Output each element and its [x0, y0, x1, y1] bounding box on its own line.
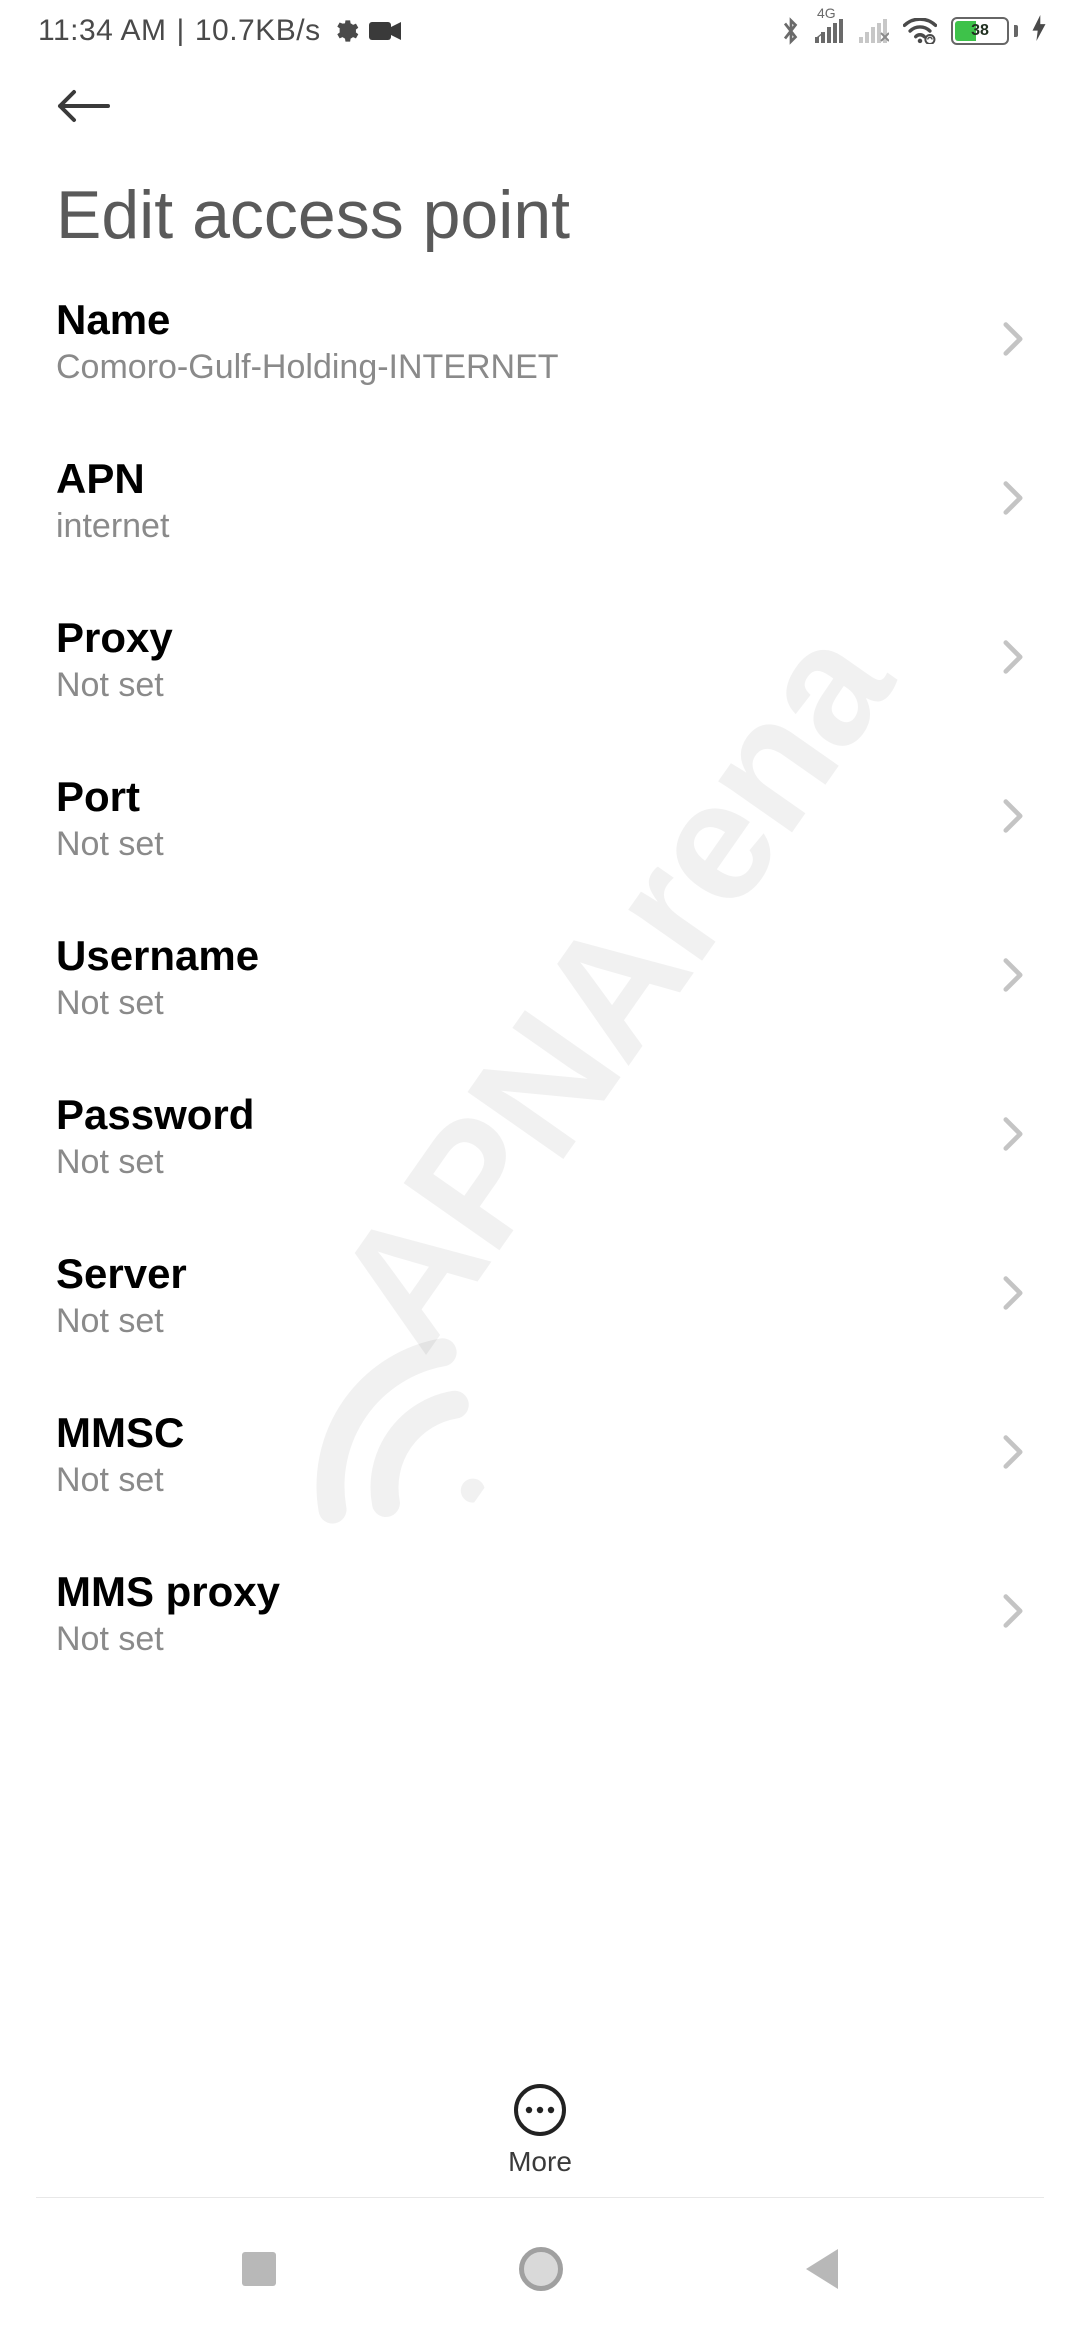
setting-item-proxy[interactable]: Proxy Not set	[56, 580, 1024, 739]
setting-label: Proxy	[56, 614, 173, 662]
chevron-right-icon	[1002, 957, 1024, 998]
setting-value: Not set	[56, 1143, 254, 1182]
setting-label: Port	[56, 773, 164, 821]
chevron-right-icon	[1002, 321, 1024, 362]
more-button[interactable]: More	[0, 2072, 1080, 2178]
nav-back-button[interactable]	[806, 2249, 838, 2289]
setting-label: APN	[56, 455, 169, 503]
setting-value: Not set	[56, 1302, 187, 1341]
setting-value: Not set	[56, 666, 173, 705]
bluetooth-icon	[781, 16, 801, 46]
chevron-right-icon	[1002, 639, 1024, 680]
setting-label: Username	[56, 932, 259, 980]
signal-nosim-icon	[859, 19, 889, 43]
chevron-right-icon	[1002, 798, 1024, 839]
chevron-right-icon	[1002, 1275, 1024, 1316]
setting-item-server[interactable]: Server Not set	[56, 1216, 1024, 1375]
chevron-right-icon	[1002, 1116, 1024, 1157]
chevron-right-icon	[1002, 1593, 1024, 1634]
setting-label: Password	[56, 1091, 254, 1139]
arrow-left-icon	[56, 88, 110, 124]
setting-value: Not set	[56, 984, 259, 1023]
battery-indicator: 38	[951, 17, 1018, 45]
setting-value: Not set	[56, 1461, 184, 1500]
status-time: 11:34 AM	[38, 14, 167, 48]
setting-item-apn[interactable]: APN internet	[56, 421, 1024, 580]
wifi-icon	[903, 18, 937, 44]
setting-value: Not set	[56, 825, 164, 864]
setting-value: Comoro-Gulf-Holding-INTERNET	[56, 348, 559, 387]
back-button[interactable]	[56, 76, 116, 136]
setting-value: internet	[56, 507, 169, 546]
nav-home-button[interactable]	[519, 2247, 563, 2291]
setting-value: Not set	[56, 1620, 280, 1659]
chevron-right-icon	[1002, 480, 1024, 521]
setting-item-port[interactable]: Port Not set	[56, 739, 1024, 898]
setting-item-name[interactable]: Name Comoro-Gulf-Holding-INTERNET	[56, 262, 1024, 421]
status-network-speed: 10.7KB/s	[195, 14, 321, 48]
setting-label: MMSC	[56, 1409, 184, 1457]
setting-label: MMS proxy	[56, 1568, 280, 1616]
signal-4g-icon: 4G	[815, 19, 845, 43]
setting-item-password[interactable]: Password Not set	[56, 1057, 1024, 1216]
setting-label: Name	[56, 296, 559, 344]
status-sep: |	[177, 14, 185, 48]
status-bar: 11:34 AM | 10.7KB/s 4G	[0, 0, 1080, 62]
android-nav-bar	[0, 2198, 1080, 2340]
charging-icon	[1032, 15, 1046, 47]
more-icon	[514, 2084, 566, 2136]
setting-label: Server	[56, 1250, 187, 1298]
setting-item-mmsc[interactable]: MMSC Not set	[56, 1375, 1024, 1534]
setting-item-username[interactable]: Username Not set	[56, 898, 1024, 1057]
nav-recent-button[interactable]	[242, 2252, 276, 2286]
gear-icon	[331, 17, 359, 45]
more-label: More	[508, 2146, 572, 2178]
settings-list: Name Comoro-Gulf-Holding-INTERNET APN in…	[0, 262, 1080, 1982]
page-title: Edit access point	[56, 176, 1024, 254]
chevron-right-icon	[1002, 1434, 1024, 1475]
video-camera-icon	[369, 20, 401, 42]
header: Edit access point	[0, 70, 1080, 254]
setting-item-mms-proxy[interactable]: MMS proxy Not set	[56, 1534, 1024, 1679]
